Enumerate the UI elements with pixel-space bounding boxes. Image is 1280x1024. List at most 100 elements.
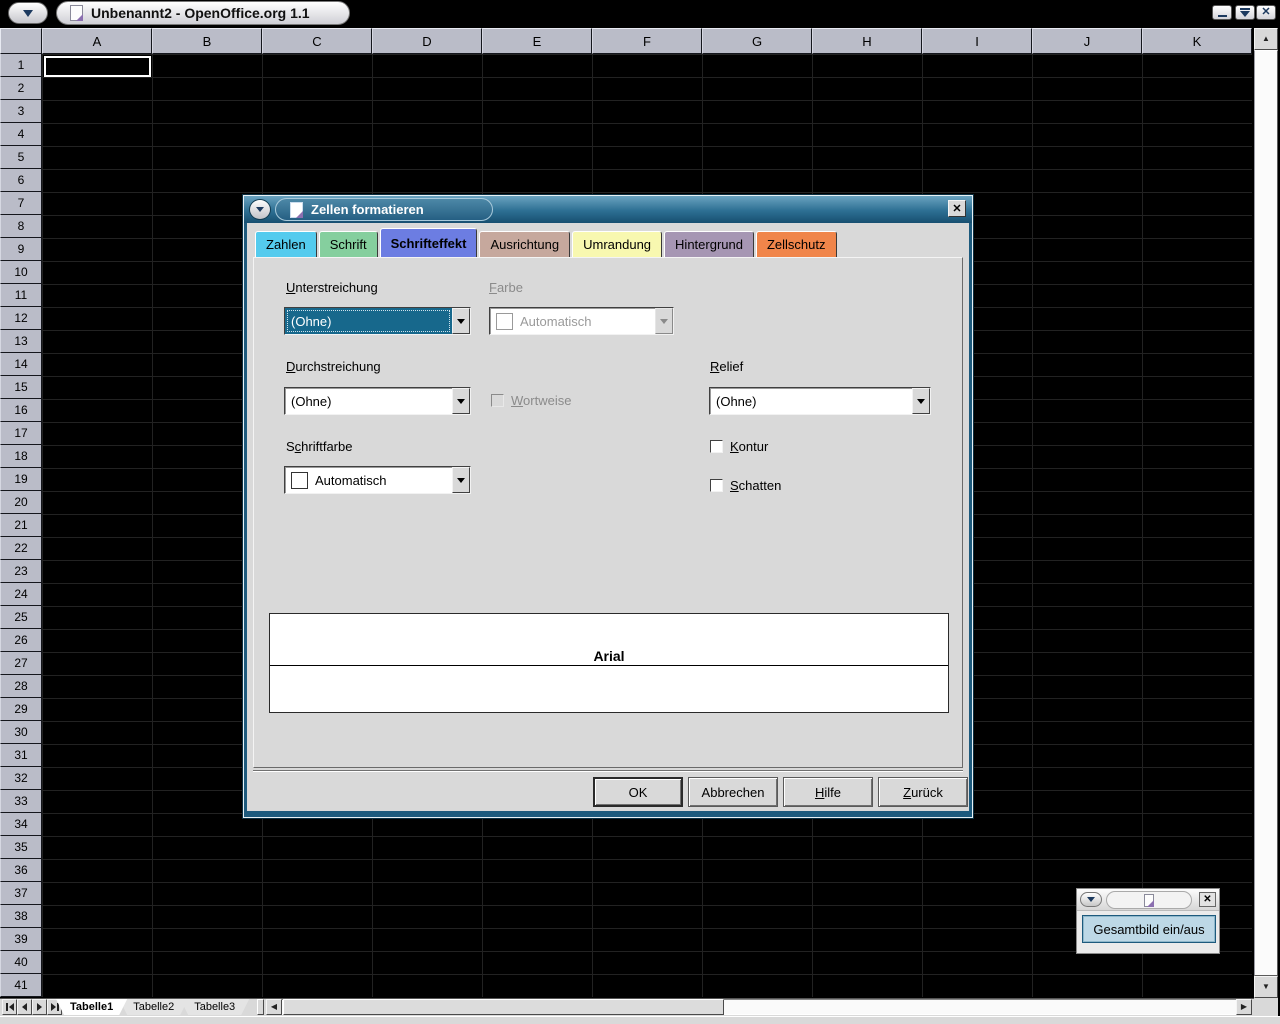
dialog-close-button[interactable]: ✕ bbox=[948, 200, 966, 217]
row-header-31[interactable]: 31 bbox=[0, 744, 42, 767]
outline-checkbox[interactable] bbox=[710, 440, 723, 453]
row-header-38[interactable]: 38 bbox=[0, 905, 42, 928]
column-header-d[interactable]: D bbox=[372, 28, 482, 54]
dialog-tab-umrandung[interactable]: Umrandung bbox=[572, 231, 662, 257]
row-header-29[interactable]: 29 bbox=[0, 698, 42, 721]
row-header-21[interactable]: 21 bbox=[0, 514, 42, 537]
scroll-left-button[interactable]: ◀ bbox=[266, 999, 282, 1015]
row-header-34[interactable]: 34 bbox=[0, 813, 42, 836]
row-header-27[interactable]: 27 bbox=[0, 652, 42, 675]
column-header-h[interactable]: H bbox=[812, 28, 922, 54]
font-color-combo[interactable]: Automatisch bbox=[284, 466, 471, 494]
relief-combo[interactable]: (Ohne) bbox=[709, 387, 931, 415]
column-header-e[interactable]: E bbox=[482, 28, 592, 54]
row-header-26[interactable]: 26 bbox=[0, 629, 42, 652]
maximize-button[interactable] bbox=[1235, 5, 1255, 20]
row-header-41[interactable]: 41 bbox=[0, 974, 42, 997]
underline-combo[interactable]: (Ohne) bbox=[284, 307, 471, 335]
column-header-j[interactable]: J bbox=[1032, 28, 1142, 54]
row-header-5[interactable]: 5 bbox=[0, 146, 42, 169]
sheet-tab-tabelle3[interactable]: Tabelle3 bbox=[180, 999, 249, 1015]
column-header-g[interactable]: G bbox=[702, 28, 812, 54]
row-header-28[interactable]: 28 bbox=[0, 675, 42, 698]
vertical-scrollbar-thumb[interactable] bbox=[1254, 50, 1278, 976]
hilfe-button[interactable]: Hilfe bbox=[783, 777, 873, 807]
first-sheet-button[interactable] bbox=[2, 999, 17, 1015]
strikethrough-value[interactable]: (Ohne) bbox=[285, 388, 452, 414]
row-header-30[interactable]: 30 bbox=[0, 721, 42, 744]
relief-dropdown-button[interactable] bbox=[912, 388, 930, 414]
row-header-17[interactable]: 17 bbox=[0, 422, 42, 445]
previous-sheet-button[interactable] bbox=[17, 999, 32, 1015]
row-header-3[interactable]: 3 bbox=[0, 100, 42, 123]
tabbar-splitter[interactable] bbox=[257, 999, 264, 1015]
row-header-35[interactable]: 35 bbox=[0, 836, 42, 859]
column-header-k[interactable]: K bbox=[1142, 28, 1252, 54]
row-header-39[interactable]: 39 bbox=[0, 928, 42, 951]
row-header-4[interactable]: 4 bbox=[0, 123, 42, 146]
column-header-a[interactable]: A bbox=[42, 28, 152, 54]
row-header-24[interactable]: 24 bbox=[0, 583, 42, 606]
sheet-tab-tabelle2[interactable]: Tabelle2 bbox=[119, 999, 188, 1015]
dialog-tab-zellschutz[interactable]: Zellschutz bbox=[756, 231, 837, 257]
row-header-1[interactable]: 1 bbox=[0, 54, 42, 77]
dialog-tab-schrifteffekt[interactable]: Schrifteffekt bbox=[380, 228, 478, 257]
ok-button[interactable]: OK bbox=[593, 777, 683, 807]
floatwin-menu-button[interactable] bbox=[1080, 892, 1102, 907]
row-header-25[interactable]: 25 bbox=[0, 606, 42, 629]
column-header-b[interactable]: B bbox=[152, 28, 262, 54]
select-all-corner[interactable] bbox=[0, 28, 42, 54]
selected-cell-a1[interactable] bbox=[44, 56, 151, 77]
row-header-23[interactable]: 23 bbox=[0, 560, 42, 583]
scroll-up-button[interactable]: ▲ bbox=[1254, 28, 1278, 50]
close-button[interactable]: ✕ bbox=[1256, 5, 1276, 20]
horizontal-scrollbar-thumb[interactable] bbox=[283, 999, 724, 1015]
row-header-9[interactable]: 9 bbox=[0, 238, 42, 261]
sheet-tab-tabelle1[interactable]: Tabelle1 bbox=[56, 999, 127, 1015]
dialog-menu-button[interactable] bbox=[249, 199, 271, 220]
row-header-6[interactable]: 6 bbox=[0, 169, 42, 192]
row-header-12[interactable]: 12 bbox=[0, 307, 42, 330]
row-header-33[interactable]: 33 bbox=[0, 790, 42, 813]
dialog-tab-ausrichtung[interactable]: Ausrichtung bbox=[479, 231, 570, 257]
window-menu-button[interactable] bbox=[8, 2, 48, 24]
underline-dropdown-button[interactable] bbox=[452, 308, 470, 334]
dialog-tab-schrift[interactable]: Schrift bbox=[319, 231, 378, 257]
zurück-button[interactable]: Zurück bbox=[878, 777, 968, 807]
minimize-button[interactable] bbox=[1212, 5, 1232, 20]
row-header-20[interactable]: 20 bbox=[0, 491, 42, 514]
row-header-8[interactable]: 8 bbox=[0, 215, 42, 238]
row-header-22[interactable]: 22 bbox=[0, 537, 42, 560]
overview-toggle-button[interactable]: Gesamtbild ein/aus bbox=[1082, 915, 1216, 943]
row-header-37[interactable]: 37 bbox=[0, 882, 42, 905]
relief-value[interactable]: (Ohne) bbox=[710, 388, 912, 414]
font-color-dropdown-button[interactable] bbox=[452, 467, 470, 493]
row-header-10[interactable]: 10 bbox=[0, 261, 42, 284]
column-header-f[interactable]: F bbox=[592, 28, 702, 54]
row-header-36[interactable]: 36 bbox=[0, 859, 42, 882]
row-header-2[interactable]: 2 bbox=[0, 77, 42, 100]
column-header-i[interactable]: I bbox=[922, 28, 1032, 54]
row-header-16[interactable]: 16 bbox=[0, 399, 42, 422]
scroll-down-button[interactable]: ▼ bbox=[1254, 976, 1278, 998]
row-header-18[interactable]: 18 bbox=[0, 445, 42, 468]
dialog-tab-hintergrund[interactable]: Hintergrund bbox=[664, 231, 754, 257]
column-header-c[interactable]: C bbox=[262, 28, 372, 54]
row-header-14[interactable]: 14 bbox=[0, 353, 42, 376]
row-header-11[interactable]: 11 bbox=[0, 284, 42, 307]
row-header-40[interactable]: 40 bbox=[0, 951, 42, 974]
row-header-7[interactable]: 7 bbox=[0, 192, 42, 215]
shadow-checkbox[interactable] bbox=[710, 479, 723, 492]
strikethrough-dropdown-button[interactable] bbox=[452, 388, 470, 414]
row-header-32[interactable]: 32 bbox=[0, 767, 42, 790]
abbrechen-button[interactable]: Abbrechen bbox=[688, 777, 778, 807]
row-header-15[interactable]: 15 bbox=[0, 376, 42, 399]
next-sheet-button[interactable] bbox=[32, 999, 47, 1015]
strikethrough-combo[interactable]: (Ohne) bbox=[284, 387, 471, 415]
scroll-right-button[interactable]: ▶ bbox=[1236, 999, 1252, 1015]
floatwin-close-button[interactable]: ✕ bbox=[1199, 892, 1216, 907]
row-header-19[interactable]: 19 bbox=[0, 468, 42, 491]
underline-value[interactable]: (Ohne) bbox=[285, 308, 452, 334]
row-header-13[interactable]: 13 bbox=[0, 330, 42, 353]
dialog-tab-zahlen[interactable]: Zahlen bbox=[255, 231, 317, 257]
